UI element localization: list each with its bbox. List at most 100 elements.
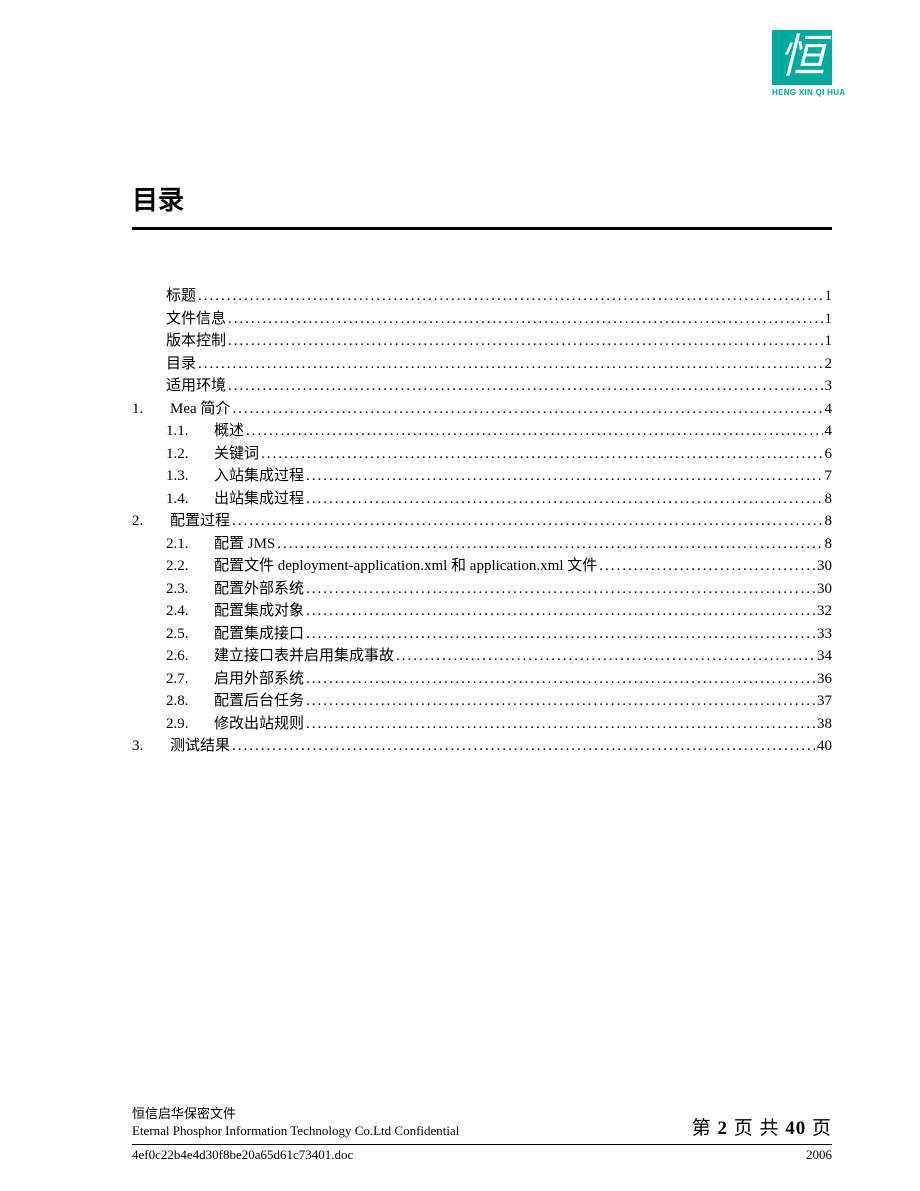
toc-entry: 版本控制 1	[132, 330, 832, 353]
toc-page: 8	[825, 488, 833, 511]
toc-entry: 2.5.配置集成接口 33	[132, 623, 832, 646]
toc-page: 34	[817, 645, 832, 668]
toc-leader	[198, 359, 822, 376]
toc-page: 1	[825, 330, 833, 353]
toc-title: 目录	[166, 353, 196, 376]
toc-title: 配置后台任务	[214, 690, 304, 713]
toc-page: 8	[825, 510, 833, 533]
toc-entry: 1.Mea 简介 4	[132, 398, 832, 421]
toc-title: 配置文件 deployment-application.xml 和 applic…	[214, 555, 597, 578]
toc-entry: 文件信息1	[132, 308, 832, 331]
toc-leader	[277, 539, 822, 556]
toc-entry: 3.测试结果 40	[132, 735, 832, 758]
toc-entry: 适用环境 3	[132, 375, 832, 398]
toc-leader	[306, 494, 822, 511]
toc-leader	[306, 584, 815, 601]
footer-year: 2006	[806, 1147, 832, 1163]
footer-doc-ref: 4ef0c22b4e4d30f8be20a65d61c73401.doc	[132, 1147, 353, 1163]
toc-page: 38	[817, 713, 832, 736]
toc-page: 7	[825, 465, 833, 488]
toc-leader	[396, 651, 815, 668]
toc-leader	[232, 404, 822, 421]
toc-number: 2.2.	[166, 555, 214, 578]
toc-leader	[306, 719, 815, 736]
toc-number: 1.1.	[166, 420, 214, 443]
toc-leader	[228, 336, 822, 353]
toc-title: Mea 简介	[170, 398, 230, 421]
toc-page: 1	[825, 308, 833, 331]
toc-entry: 1.3.入站集成过程7	[132, 465, 832, 488]
toc-number: 1.	[132, 398, 170, 421]
toc-number: 2.9.	[166, 713, 214, 736]
toc-page: 8	[825, 533, 833, 556]
footer-confidential-en: Eternal Phosphor Information Technology …	[132, 1122, 459, 1140]
toc-title: 配置过程	[170, 510, 230, 533]
footer-page-indicator: 第 2 页 共 40 页	[692, 1113, 832, 1140]
toc-title: 关键词	[214, 443, 259, 466]
toc-title: 启用外部系统	[214, 668, 304, 691]
toc-heading: 目录	[132, 180, 832, 217]
toc-leader	[306, 696, 815, 713]
toc-page: 1	[825, 285, 833, 308]
toc-title: 修改出站规则	[214, 713, 304, 736]
toc-title: 出站集成过程	[214, 488, 304, 511]
toc-entry: 2.7.启用外部系统 36	[132, 668, 832, 691]
toc-number: 2.3.	[166, 578, 214, 601]
toc-page: 4	[825, 398, 833, 421]
toc-page: 6	[825, 443, 833, 466]
toc-title: 测试结果	[170, 735, 230, 758]
toc-number: 3.	[132, 735, 170, 758]
toc-title: 标题	[166, 285, 196, 308]
table-of-contents: 标题1文件信息1版本控制1目录2适用环境31.Mea 简介41.1.概述41.2…	[132, 285, 832, 758]
toc-leader	[246, 426, 822, 443]
toc-page: 32	[817, 600, 832, 623]
toc-title: 配置 JMS	[214, 533, 275, 556]
toc-entry: 2.3.配置外部系统30	[132, 578, 832, 601]
toc-number: 2.5.	[166, 623, 214, 646]
page-footer: 恒信启华保密文件 Eternal Phosphor Information Te…	[132, 1105, 832, 1163]
heading-rule	[132, 227, 832, 230]
toc-entry: 1.2.关键词 6	[132, 443, 832, 466]
toc-leader	[232, 741, 815, 758]
toc-page: 37	[817, 690, 832, 713]
toc-leader	[306, 629, 815, 646]
toc-title: 概述	[214, 420, 244, 443]
footer-confidential-zh: 恒信启华保密文件	[132, 1105, 459, 1123]
toc-page: 36	[817, 668, 832, 691]
logo-subtext: HENG XIN QI HUA	[772, 88, 832, 97]
toc-leader	[261, 449, 822, 466]
toc-entry: 2.2.配置文件 deployment-application.xml 和 ap…	[132, 555, 832, 578]
toc-number: 2.6.	[166, 645, 214, 668]
toc-leader	[306, 674, 815, 691]
toc-number: 2.1.	[166, 533, 214, 556]
toc-leader	[232, 516, 822, 533]
toc-entry: 2.6.建立接口表并启用集成事故 34	[132, 645, 832, 668]
toc-entry: 1.1.概述 4	[132, 420, 832, 443]
toc-title: 配置集成对象	[214, 600, 304, 623]
toc-title: 版本控制	[166, 330, 226, 353]
toc-page: 33	[817, 623, 832, 646]
toc-page: 30	[817, 578, 832, 601]
toc-entry: 1.4.出站集成过程8	[132, 488, 832, 511]
toc-leader	[599, 561, 815, 578]
toc-page: 30	[817, 555, 832, 578]
toc-title: 配置集成接口	[214, 623, 304, 646]
toc-title: 建立接口表并启用集成事故	[214, 645, 394, 668]
toc-number: 2.4.	[166, 600, 214, 623]
toc-leader	[306, 606, 815, 623]
toc-page: 2	[825, 353, 833, 376]
toc-title: 适用环境	[166, 375, 226, 398]
toc-leader	[228, 314, 822, 331]
toc-entry: 目录 2	[132, 353, 832, 376]
toc-entry: 2.1.配置 JMS 8	[132, 533, 832, 556]
toc-entry: 2.配置过程8	[132, 510, 832, 533]
toc-number: 2.8.	[166, 690, 214, 713]
toc-entry: 2.8.配置后台任务 37	[132, 690, 832, 713]
toc-number: 1.2.	[166, 443, 214, 466]
toc-number: 2.7.	[166, 668, 214, 691]
toc-page: 3	[825, 375, 833, 398]
toc-page: 40	[817, 735, 832, 758]
toc-leader	[306, 471, 822, 488]
toc-page: 4	[825, 420, 833, 443]
toc-leader	[228, 381, 822, 398]
